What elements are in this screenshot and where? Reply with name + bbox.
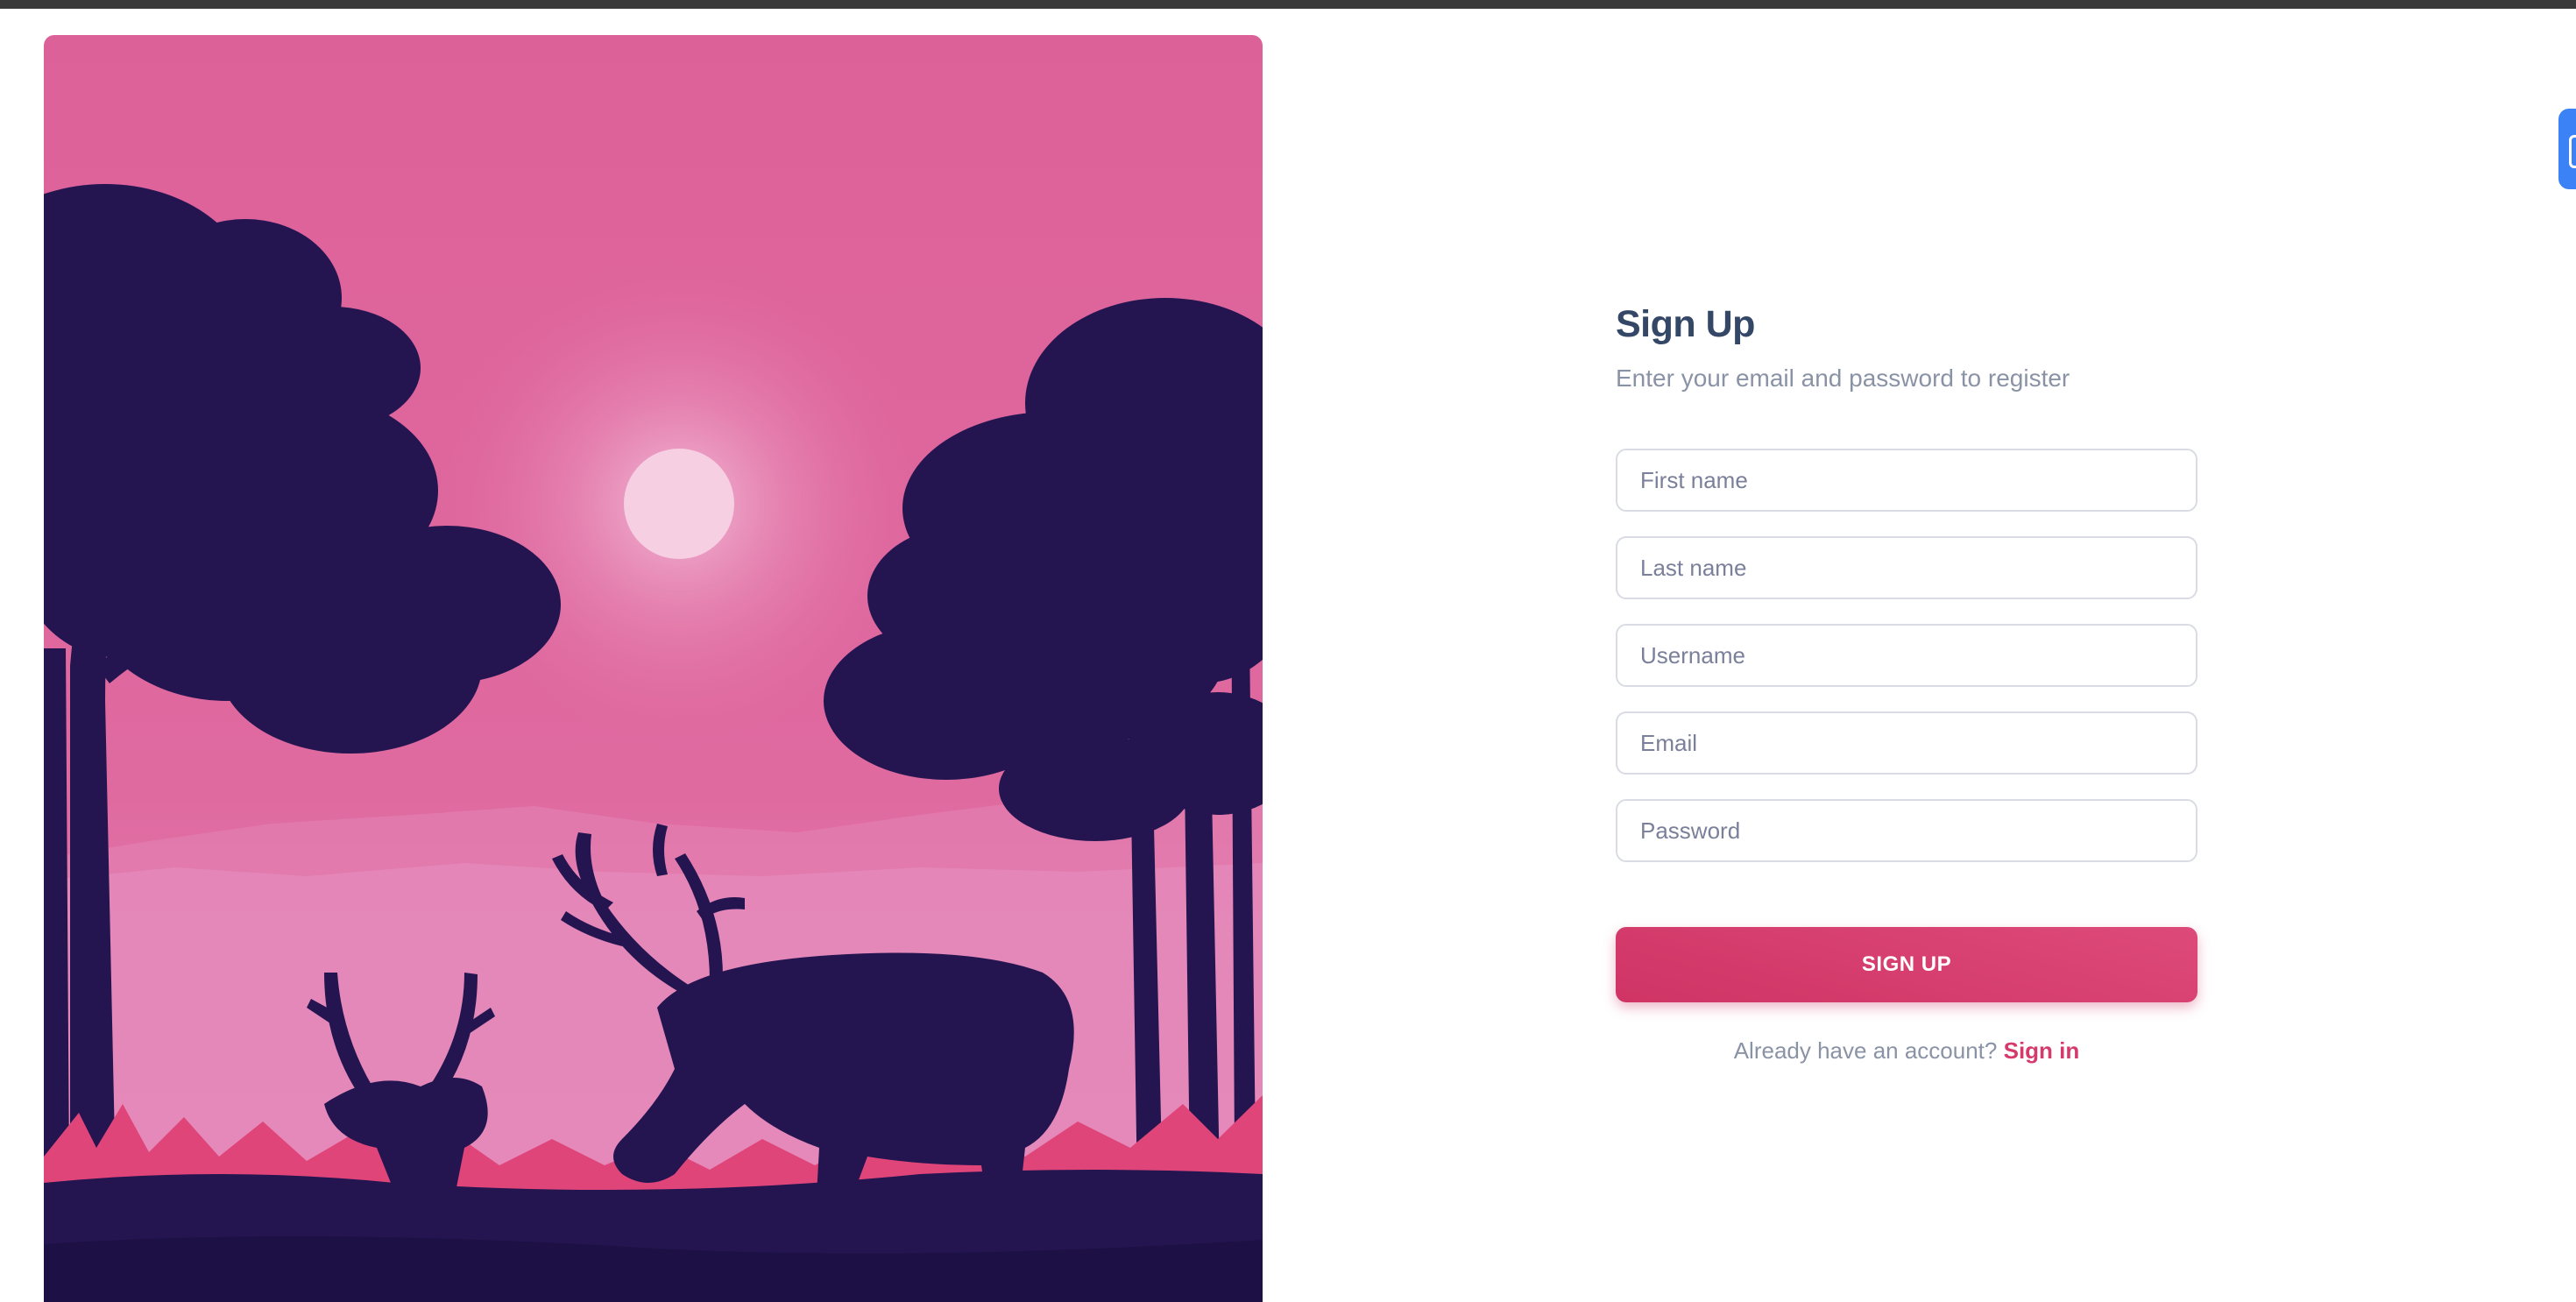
browser-top-bar: [0, 0, 2576, 9]
sign-up-button[interactable]: SIGN UP: [1616, 927, 2197, 1002]
chat-icon: [2569, 135, 2576, 168]
illustration-panel: [44, 35, 1263, 1302]
first-name-field[interactable]: [1616, 449, 2197, 512]
feedback-tab[interactable]: [2558, 109, 2576, 189]
password-input[interactable]: [1638, 816, 2175, 846]
page-title: Sign Up: [1616, 303, 1755, 345]
page-subtitle: Enter your email and password to registe…: [1616, 364, 2070, 392]
email-input[interactable]: [1638, 728, 2175, 758]
username-field[interactable]: [1616, 624, 2197, 687]
signin-prompt: Already have an account? Sign in: [1616, 1037, 2197, 1065]
sign-in-link[interactable]: Sign in: [2004, 1037, 2080, 1064]
moon: [624, 449, 734, 559]
password-field[interactable]: [1616, 799, 2197, 862]
email-field[interactable]: [1616, 711, 2197, 775]
signin-prompt-text: Already have an account?: [1733, 1037, 1998, 1064]
last-name-field[interactable]: [1616, 536, 2197, 599]
deer-forest-illustration: [44, 35, 1263, 1302]
last-name-input[interactable]: [1638, 553, 2175, 583]
signup-form: Sign Up Enter your email and password to…: [1616, 298, 2197, 1065]
form-fields: [1616, 449, 2197, 862]
first-name-input[interactable]: [1638, 465, 2175, 495]
username-input[interactable]: [1638, 640, 2175, 670]
